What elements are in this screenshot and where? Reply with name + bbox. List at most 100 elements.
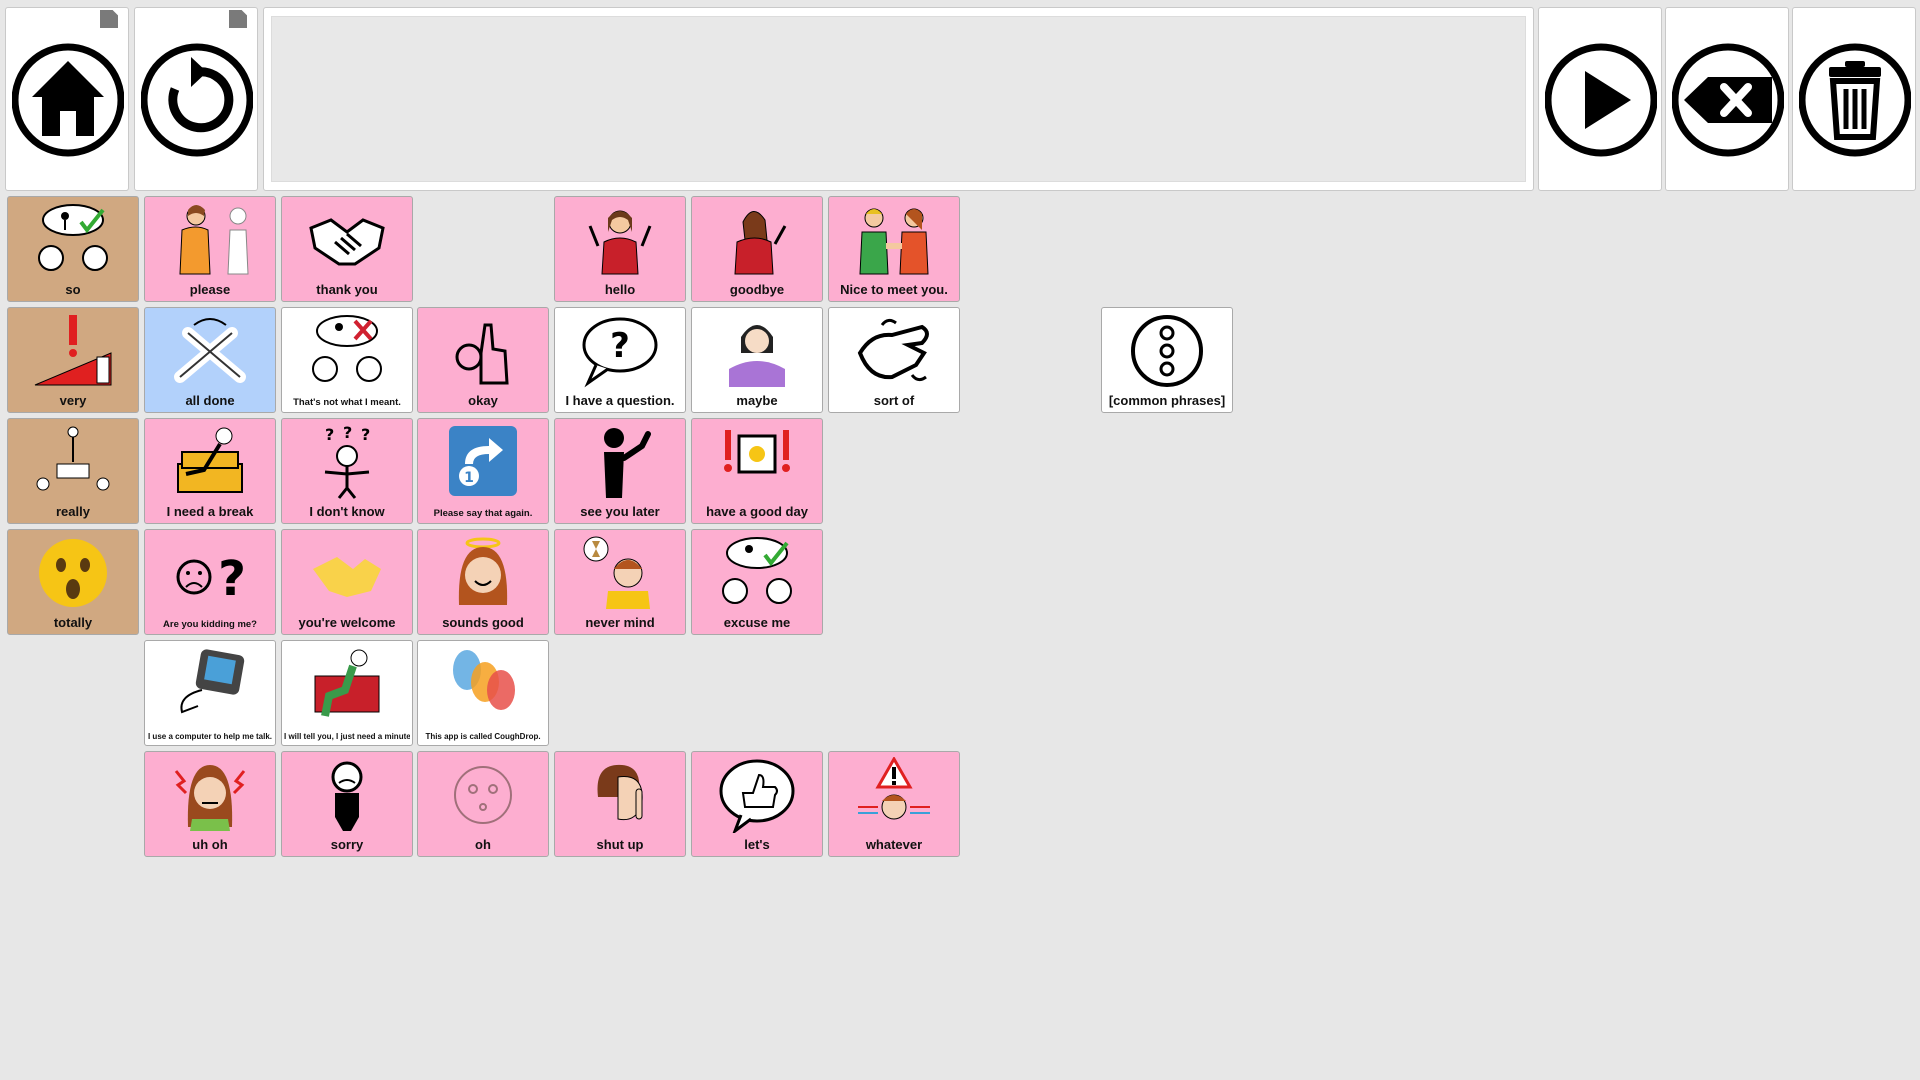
dont-know-icon: ? ? ?: [324, 424, 370, 499]
folder-corner-icon: [100, 10, 118, 28]
tile-label: Please say that again.: [433, 508, 533, 519]
svg-text:1: 1: [464, 470, 474, 486]
tile-i-need-a-break[interactable]: I need a break: [144, 418, 276, 524]
repeat-icon: 1: [449, 426, 517, 496]
tile-label: I have a question.: [565, 393, 675, 408]
tile-never-mind[interactable]: never mind: [554, 529, 686, 635]
tile-label: very: [59, 393, 87, 408]
home-icon: [12, 43, 124, 157]
tile-label: see you later: [580, 504, 660, 519]
sentence-bar[interactable]: [263, 7, 1534, 191]
tile-label: sorry: [330, 837, 364, 852]
wave-icon: [604, 428, 651, 498]
tile-sorry[interactable]: sorry: [281, 751, 413, 857]
tile-lets[interactable]: let's: [691, 751, 823, 857]
tile-label: Are you kidding me?: [163, 619, 257, 630]
really-icon: [36, 426, 110, 491]
tile-sort-of[interactable]: sort of: [828, 307, 960, 413]
tile-have-a-good-day[interactable]: have a good day: [691, 418, 823, 524]
welcome-hands-icon: [313, 557, 381, 597]
tile-very[interactable]: very: [7, 307, 139, 413]
shrug-icon: [729, 325, 785, 387]
tile-i-will-tell-you[interactable]: I will tell you, I just need a minute.: [281, 640, 413, 746]
tile-label: really: [56, 504, 90, 519]
tile-label: I use a computer to help me talk.: [147, 732, 273, 741]
surprised-face-icon: [39, 539, 107, 607]
tile-i-use-a-computer[interactable]: I use a computer to help me talk.: [144, 640, 276, 746]
sort-of-hand-icon: [857, 318, 929, 382]
all-done-icon: [174, 318, 246, 383]
question-bubble-icon: ?: [582, 317, 658, 388]
never-mind-icon: [583, 536, 650, 609]
tile-label: [common phrases]: [1108, 393, 1226, 408]
play-icon: [1545, 43, 1657, 157]
more-icon: [1131, 315, 1203, 387]
tile-thank-you[interactable]: thank you: [281, 196, 413, 302]
good-day-icon: [724, 430, 790, 474]
tile-i-have-a-question[interactable]: ? I have a question.: [554, 307, 686, 413]
tile-youre-welcome[interactable]: you're welcome: [281, 529, 413, 635]
tile-whatever[interactable]: whatever: [828, 751, 960, 857]
tile-label: please: [189, 282, 231, 297]
tile-label: so: [65, 282, 81, 297]
sorry-icon: [331, 761, 363, 831]
tile-totally[interactable]: totally: [7, 529, 139, 635]
tile-are-you-kidding-me[interactable]: ? Are you kidding me?: [144, 529, 276, 635]
tile-excuse-me[interactable]: excuse me: [691, 529, 823, 635]
thumbs-up-bubble-icon: [719, 759, 795, 833]
tile-common-phrases[interactable]: [common phrases]: [1101, 307, 1233, 413]
please-icon: [179, 205, 249, 275]
tile-maybe[interactable]: maybe: [691, 307, 823, 413]
tile-label: all done: [185, 393, 235, 408]
very-icon: [34, 315, 112, 386]
tile-see-you-later[interactable]: see you later: [554, 418, 686, 524]
sentence-display[interactable]: [271, 16, 1526, 182]
backspace-button[interactable]: [1665, 7, 1789, 191]
tile-label: let's: [744, 837, 770, 852]
tile-label: hello: [604, 282, 636, 297]
uh-oh-icon: [174, 765, 246, 831]
conversation-icon: [38, 204, 108, 271]
tile-label: I will tell you, I just need a minute.: [284, 732, 410, 741]
home-button[interactable]: [5, 7, 129, 191]
tile-goodbye[interactable]: goodbye: [691, 196, 823, 302]
handshake-icon: [309, 218, 385, 266]
meet-icon: [859, 208, 929, 275]
tile-thats-not-what-i-meant[interactable]: That's not what I meant.: [281, 307, 413, 413]
oh-face-icon: [454, 766, 512, 824]
tile-hello[interactable]: hello: [554, 196, 686, 302]
tile-really[interactable]: really: [7, 418, 139, 524]
tile-label: maybe: [736, 393, 778, 408]
tile-label: whatever: [865, 837, 923, 852]
folder-corner-icon: [229, 10, 247, 28]
svg-text:?: ?: [218, 551, 246, 607]
tile-label: oh: [475, 837, 491, 852]
tile-okay[interactable]: okay: [417, 307, 549, 413]
svg-text:?: ?: [610, 326, 630, 366]
hello-icon: [588, 210, 652, 275]
tile-i-dont-know[interactable]: ? ? ? I don't know: [281, 418, 413, 524]
tile-nice-to-meet-you[interactable]: Nice to meet you.: [828, 196, 960, 302]
tile-oh[interactable]: oh: [417, 751, 549, 857]
svg-text:?: ?: [325, 425, 334, 444]
tile-uh-oh[interactable]: uh oh: [144, 751, 276, 857]
tile-label: totally: [53, 615, 93, 630]
whatever-icon: [858, 757, 930, 820]
tile-shut-up[interactable]: shut up: [554, 751, 686, 857]
tile-label: I don't know: [309, 504, 385, 519]
tile-please-say-that-again[interactable]: 1 Please say that again.: [417, 418, 549, 524]
armchair-icon: [314, 649, 380, 717]
tile-label: sounds good: [442, 615, 524, 630]
tile-label: sort of: [873, 393, 915, 408]
tile-this-app-is-called-coughdrop[interactable]: This app is called CoughDrop.: [417, 640, 549, 746]
undo-button[interactable]: [134, 7, 258, 191]
shush-icon: [597, 764, 643, 821]
tile-all-done[interactable]: all done: [144, 307, 276, 413]
tile-please[interactable]: please: [144, 196, 276, 302]
clear-button[interactable]: [1792, 7, 1916, 191]
tile-sounds-good[interactable]: sounds good: [417, 529, 549, 635]
tile-label: excuse me: [723, 615, 791, 630]
tile-so[interactable]: so: [7, 196, 139, 302]
tile-label: Nice to meet you.: [840, 282, 948, 297]
speak-button[interactable]: [1538, 7, 1662, 191]
